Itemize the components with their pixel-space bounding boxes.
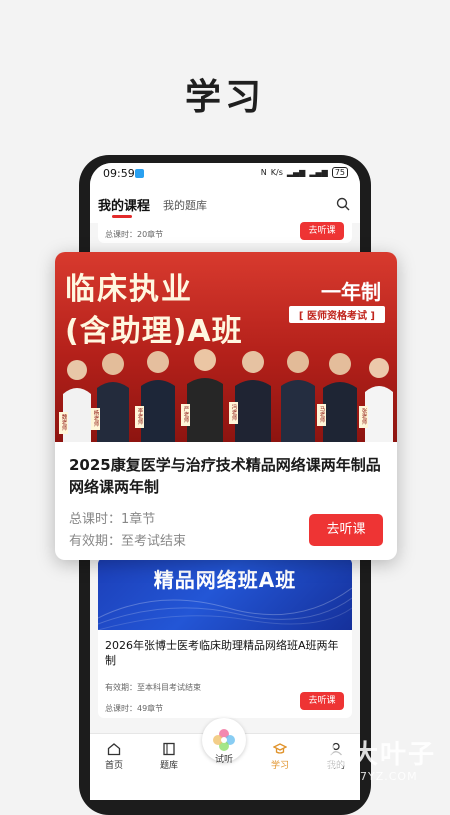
tab-my-questions[interactable]: 我的题库 [163, 197, 207, 213]
course-card[interactable]: 精品网络班A班 2026年张博士医考临床助理精品网络班A班两年制 有效期：至本科… [98, 558, 352, 718]
watermark: 大叶子 7YZ.COM [300, 730, 446, 790]
course-card-partial: 总课时：20章节 去听课 [98, 221, 352, 243]
battery-level: 75 [331, 167, 348, 178]
course-banner-text: 精品网络班A班 [153, 568, 297, 592]
featured-banner: 临床执业 (含助理)A班 一年制 [ 医师资格考试 ] 魏老师 杨老师 李老师 … [55, 252, 397, 442]
teachers-photo: 魏老师 杨老师 李老师 严老师 冯老师 马老师 张老师 [59, 349, 393, 442]
nav-home[interactable]: 首页 [94, 742, 134, 771]
teacher-name-tag: 冯老师 [231, 403, 238, 422]
listen-button[interactable]: 去听课 [300, 222, 344, 240]
banner-exam-label: [ 医师资格考试 ] [288, 306, 385, 323]
course-tabs: 我的课程 我的题库 [90, 185, 360, 223]
nav-questions-label: 题库 [159, 761, 178, 771]
teacher-2 [97, 353, 129, 442]
leaf-logo-icon [304, 739, 346, 779]
teacher-8 [365, 358, 393, 442]
teacher-3 [141, 351, 175, 442]
signal-icon-2: ▂▄▆ [309, 168, 328, 177]
watermark-url: 7YZ.COM [360, 770, 418, 783]
nav-study-label: 学习 [270, 761, 289, 771]
watermark-text: 大叶子 [352, 740, 437, 770]
featured-course-hours: 总课时：1章节 [69, 512, 156, 527]
teacher-name-tag: 张老师 [361, 407, 368, 426]
course-title: 2026年张博士医考临床助理精品网络班A班两年制 [105, 639, 339, 667]
page-headline: 学习 [184, 77, 265, 118]
teacher-5 [235, 351, 271, 442]
listen-button[interactable]: 去听课 [300, 692, 344, 710]
banner-duration: 一年制 [321, 280, 381, 304]
status-time: 09:59 [103, 167, 135, 180]
teacher-6 [281, 351, 315, 442]
course-hours: 总课时：20章节 [105, 230, 164, 239]
nav-questions[interactable]: 题库 [149, 742, 189, 771]
featured-course-card[interactable]: 临床执业 (含助理)A班 一年制 [ 医师资格考试 ] 魏老师 杨老师 李老师 … [55, 252, 397, 560]
teacher-7 [323, 353, 357, 442]
search-icon[interactable] [336, 197, 350, 211]
graduation-cap-icon [273, 743, 287, 754]
nav-study[interactable]: 学习 [260, 742, 300, 771]
tab-active-indicator [112, 215, 132, 218]
teacher-name-tag: 杨老师 [93, 409, 100, 428]
teacher-name-tag: 李老师 [137, 407, 144, 426]
featured-course-title: 2025康复医学与治疗技术精品网络课两年制品网络课两年制 [69, 456, 381, 496]
teacher-name-tag: 严老师 [183, 406, 190, 424]
teacher-name-tag: 马老师 [319, 405, 326, 424]
tab-my-courses[interactable]: 我的课程 [98, 195, 150, 214]
chat-notification-icon [135, 169, 144, 178]
signal-icon: ▂▄▆ [286, 168, 306, 177]
flower-icon [213, 729, 235, 751]
status-bar: 09:59 N K/s ▂▄▆ ▂▄▆ 75 [90, 163, 360, 185]
teacher-name-tag: 魏老师 [61, 413, 68, 432]
featured-course-validity: 有效期：至考试结束 [69, 534, 187, 549]
nav-trial-label: 试听 [214, 755, 233, 765]
nfc-icon: N [260, 168, 267, 177]
course-banner: 精品网络班A班 [98, 558, 352, 630]
nav-home-label: 首页 [104, 761, 123, 771]
status-indicators: N K/s ▂▄▆ ▂▄▆ 75 [261, 167, 348, 178]
banner-title-line1: 临床执业 [65, 272, 193, 307]
teacher-4 [187, 349, 223, 442]
course-hours: 总课时：49章节 [105, 704, 164, 713]
course-validity: 有效期：至本科目考试结束 [105, 683, 201, 692]
featured-listen-button[interactable]: 去听课 [309, 514, 383, 546]
net-speed: K/s [270, 168, 283, 177]
home-icon [107, 743, 121, 756]
book-icon [163, 742, 175, 756]
